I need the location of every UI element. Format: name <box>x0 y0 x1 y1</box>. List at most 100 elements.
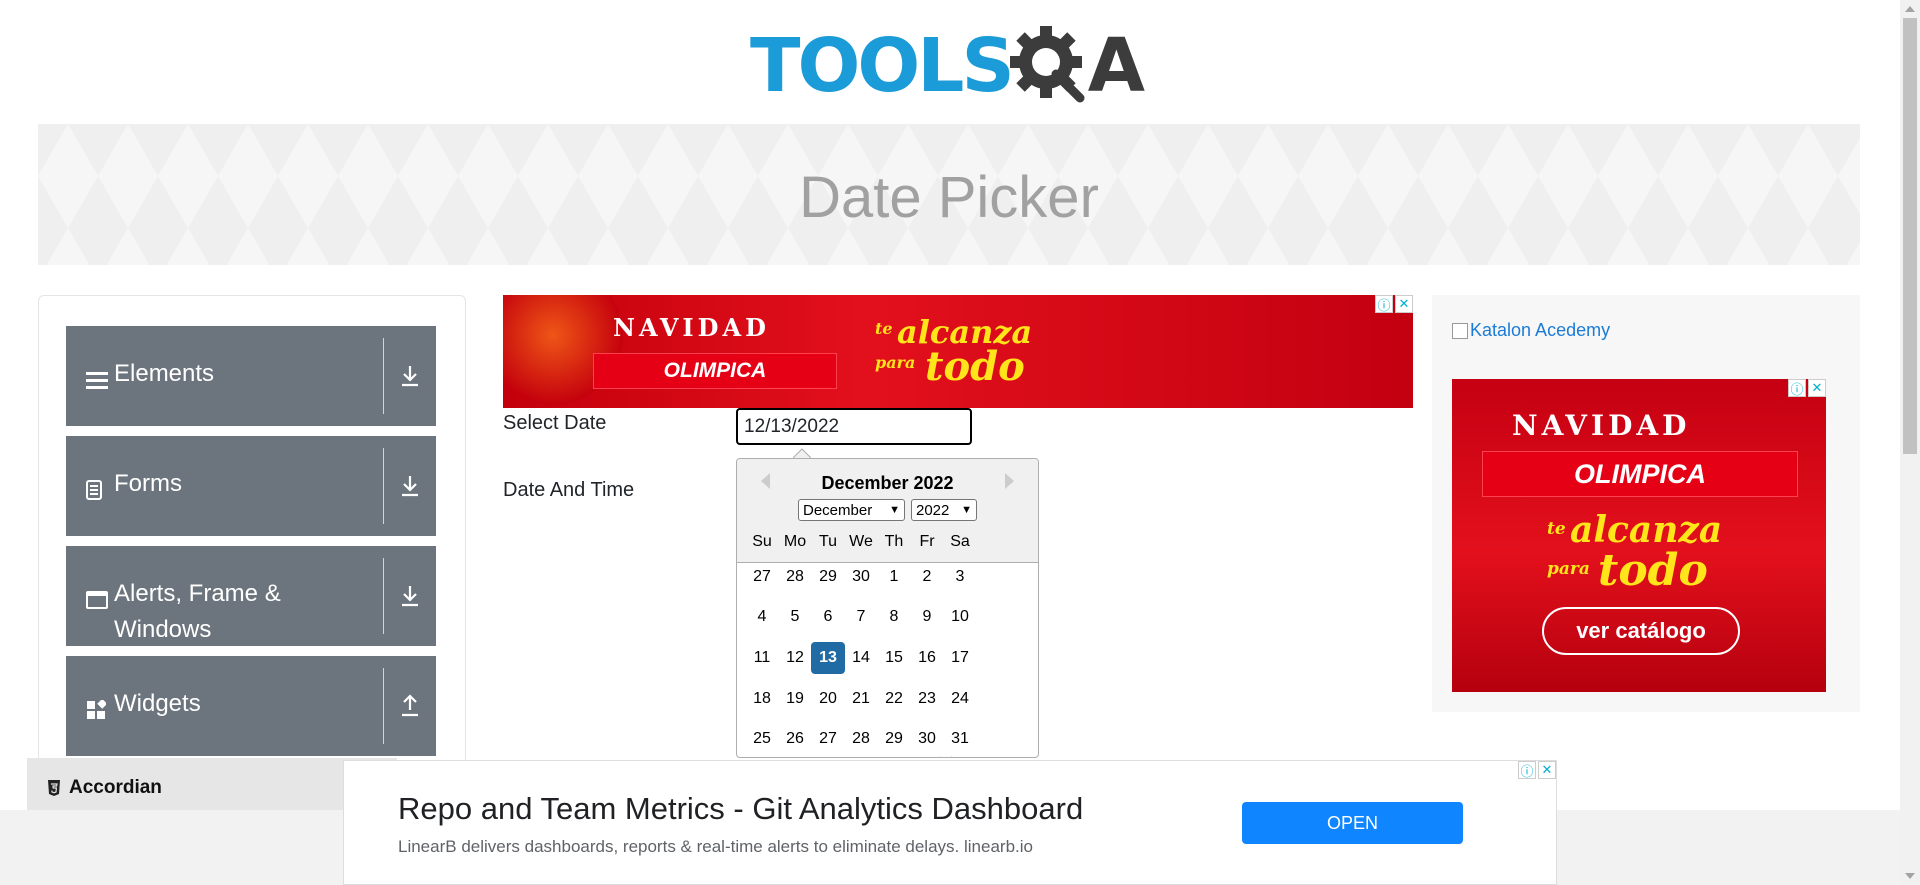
download-icon[interactable] <box>396 362 424 390</box>
sidebar-group-label: Widgets <box>114 690 201 717</box>
calendar-day[interactable]: 30 <box>844 561 878 593</box>
calendar-day[interactable]: 27 <box>811 723 845 755</box>
document-icon <box>86 480 110 506</box>
year-select[interactable]: 2022 ▼ <box>911 499 977 521</box>
calendar-header: December 2022 December ▼ 2022 ▼ Su Mo Tu We… <box>737 459 1038 563</box>
divider <box>383 668 384 744</box>
upload-icon[interactable] <box>396 692 424 720</box>
ad-olimpica-logo: OLIMPICA <box>1482 451 1798 497</box>
advertisement-banner-top[interactable]: NAVIDAD OLIMPICA te alcanza para todo ⓘ … <box>503 295 1413 408</box>
sidebar-group-widgets[interactable]: Widgets <box>66 656 436 756</box>
ad-todo-text: todo <box>925 343 1025 390</box>
calendar-day[interactable]: 6 <box>811 601 845 633</box>
page: TOOLS A Date Picker Elements Forms Alert… <box>0 0 1920 885</box>
calendar-month-title: December 2022 <box>821 473 954 493</box>
sidebar-group-elements[interactable]: Elements <box>66 326 436 426</box>
sidebar-item-label: Accordian <box>69 777 162 798</box>
calendar-day[interactable]: 1 <box>877 561 911 593</box>
ad-bottom-subtitle: LinearB delivers dashboards, reports & r… <box>398 837 1033 856</box>
divider <box>383 558 384 634</box>
ad-navidad-text: NAVIDAD <box>613 313 770 342</box>
month-select[interactable]: December ▼ <box>798 499 905 521</box>
calendar-day[interactable]: 11 <box>745 642 779 674</box>
sidebar-group-label: Elements <box>114 360 215 387</box>
scrollbar-thumb[interactable] <box>1903 18 1917 454</box>
calendar-day[interactable]: 29 <box>811 561 845 593</box>
sidebar-item-accordian[interactable]: Accordian <box>27 758 397 818</box>
gear-icon <box>1008 24 1092 108</box>
calendar-day[interactable]: 27 <box>745 561 779 593</box>
select-date-input[interactable] <box>736 408 972 445</box>
select-date-label: Select Date <box>503 412 607 434</box>
calendar-day[interactable]: 8 <box>877 601 911 633</box>
calendar-day[interactable]: 21 <box>844 683 878 715</box>
page-scrollbar[interactable] <box>1900 0 1920 885</box>
calendar-day[interactable]: 13 <box>811 642 845 674</box>
calendar-day[interactable]: 19 <box>778 683 812 715</box>
next-month-icon[interactable] <box>1005 473 1014 489</box>
divider <box>383 448 384 524</box>
download-icon[interactable] <box>396 472 424 500</box>
calendar-day[interactable]: 14 <box>844 642 878 674</box>
calendar-day[interactable]: 4 <box>745 601 779 633</box>
month-select-value: December <box>803 501 873 519</box>
chevron-down-icon <box>939 751 953 757</box>
toolsqa-logo[interactable]: TOOLS A <box>750 18 1155 113</box>
year-select-value: 2022 <box>916 501 950 519</box>
ad-para-text: para <box>875 353 916 372</box>
window-icon <box>86 590 110 616</box>
ad-para-text: para <box>1547 559 1590 579</box>
calendar-day[interactable]: 10 <box>943 601 977 633</box>
hamburger-icon <box>86 370 110 396</box>
calendar-day[interactable]: 15 <box>877 642 911 674</box>
ad-info-icon[interactable]: ⓘ <box>1518 761 1536 779</box>
chevron-down-icon: ▼ <box>961 504 972 516</box>
ad-close-icon[interactable]: ✕ <box>1395 295 1413 313</box>
broken-image-icon <box>1452 322 1468 339</box>
ad-close-icon[interactable]: ✕ <box>1808 379 1826 397</box>
widgets-icon <box>86 698 110 726</box>
logo-qa-text: A <box>1087 22 1145 109</box>
calendar-day[interactable]: 12 <box>778 642 812 674</box>
ad-close-icon[interactable]: ✕ <box>1538 761 1556 779</box>
ver-catalogo-button[interactable]: ver catálogo <box>1542 607 1740 655</box>
sidebar-group-forms[interactable]: Forms <box>66 436 436 536</box>
calendar-day[interactable]: 18 <box>745 683 779 715</box>
scroll-up-arrow-icon[interactable] <box>1905 6 1915 12</box>
ad-info-icon[interactable]: ⓘ <box>1788 379 1806 397</box>
calendar-day[interactable]: 25 <box>745 723 779 755</box>
ad-open-button[interactable]: OPEN <box>1242 802 1463 844</box>
calendar-day[interactable]: 28 <box>844 723 878 755</box>
calendar-day[interactable]: 9 <box>910 601 944 633</box>
advertisement-bottom[interactable]: Repo and Team Metrics - Git Analytics Da… <box>343 760 1557 885</box>
ad-te-text: te <box>1547 519 1566 539</box>
download-icon[interactable] <box>396 582 424 610</box>
html5-icon <box>47 780 61 796</box>
scroll-down-arrow-icon[interactable] <box>1905 873 1915 879</box>
calendar-day[interactable]: 26 <box>778 723 812 755</box>
calendar-day[interactable]: 5 <box>778 601 812 633</box>
calendar-day[interactable]: 20 <box>811 683 845 715</box>
ad-olimpica-logo: OLIMPICA <box>593 353 837 389</box>
advertisement-right[interactable]: NAVIDAD OLIMPICA te alcanza para todo ve… <box>1452 379 1826 692</box>
calendar-day[interactable]: 7 <box>844 601 878 633</box>
page-title: Date Picker <box>799 165 1099 230</box>
calendar-day[interactable]: 3 <box>943 561 977 593</box>
ad-info-icon[interactable]: ⓘ <box>1375 295 1393 313</box>
calendar-day[interactable]: 24 <box>943 683 977 715</box>
divider <box>383 338 384 414</box>
logo-tools-text: TOOLS <box>750 22 1015 109</box>
calendar-day[interactable]: 22 <box>877 683 911 715</box>
date-and-time-label: Date And Time <box>503 479 635 501</box>
calendar-pointer <box>793 448 811 458</box>
katalon-academy-link-text: Katalon Acedemy <box>1470 320 1611 340</box>
katalon-academy-link[interactable]: Katalon Acedemy <box>1452 320 1610 341</box>
ad-todo-text: todo <box>1598 545 1708 596</box>
calendar-day[interactable]: 17 <box>943 642 977 674</box>
calendar-day[interactable]: 29 <box>877 723 911 755</box>
calendar-day[interactable]: 23 <box>910 683 944 715</box>
calendar-day[interactable]: 28 <box>778 561 812 593</box>
calendar-day[interactable]: 2 <box>910 561 944 593</box>
sidebar-group-alerts-frame-windows[interactable]: Alerts, Frame & Windows <box>66 546 436 646</box>
calendar-day[interactable]: 16 <box>910 642 944 674</box>
